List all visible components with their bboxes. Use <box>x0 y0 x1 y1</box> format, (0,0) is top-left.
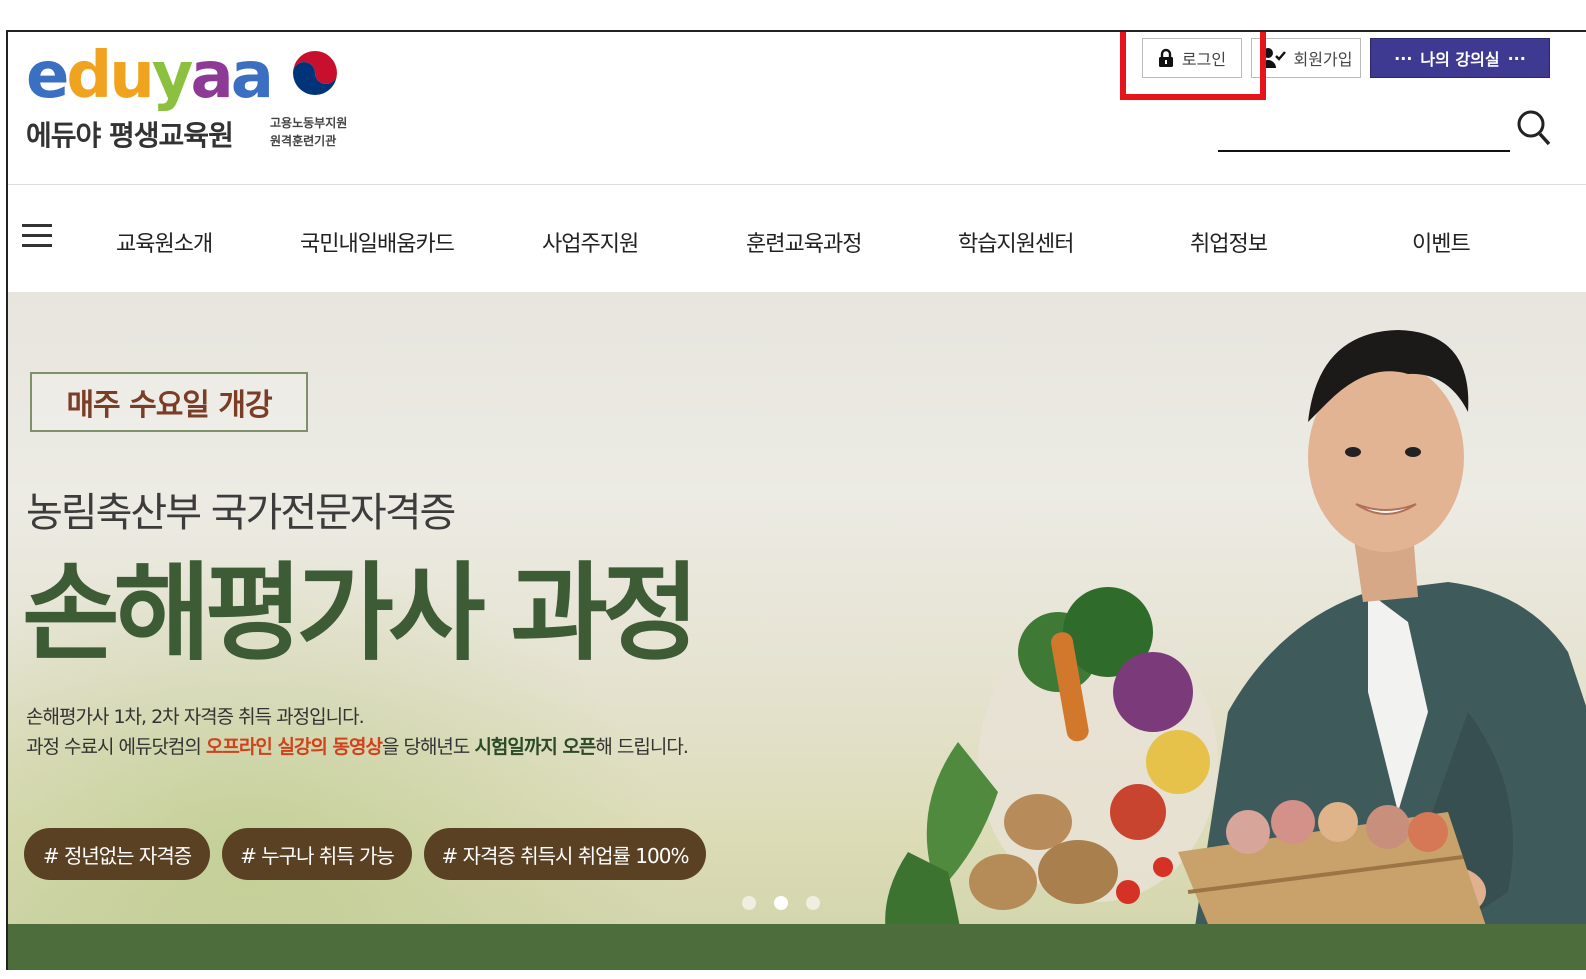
desc-text: 을 당해년도 <box>381 736 475 758</box>
weekly-open-badge: 매주 수요일 개강 <box>30 372 308 432</box>
nav-item-employer-support[interactable]: 사업주지원 <box>542 226 639 258</box>
logo-letter: a <box>190 39 234 113</box>
search-input[interactable] <box>1218 150 1510 152</box>
logo-wordmark: eduyaa <box>26 39 274 113</box>
nav-item-jobs[interactable]: 취업정보 <box>1190 226 1268 258</box>
gov-line-1: 고용노동부지원 <box>270 116 348 130</box>
logo-letter: e <box>26 39 69 113</box>
my-classroom-button[interactable]: ··· 나의 강의실 ··· <box>1370 38 1550 78</box>
hero-subtitle: 농림축산부 국가전문자격증 <box>26 490 456 536</box>
join-button[interactable]: 회원가입 <box>1251 38 1361 78</box>
nav-item-about[interactable]: 교육원소개 <box>116 226 213 258</box>
hero-person-with-vegetables-image <box>885 330 1586 970</box>
slide-dot[interactable] <box>806 896 820 910</box>
join-label: 회원가입 <box>1293 50 1353 69</box>
nav-item-events[interactable]: 이벤트 <box>1412 226 1471 258</box>
nav-item-courses[interactable]: 훈련교육과정 <box>746 226 862 258</box>
slide-dot-active[interactable] <box>774 896 788 910</box>
hero-desc-line-2: 과정 수료시 에듀닷컴의 오프라인 실강의 동영상을 당해년도 시험일까지 오픈… <box>26 732 689 762</box>
desc-highlight-offline: 오프라인 실강의 동영상 <box>205 736 383 758</box>
search-icon[interactable] <box>1516 108 1552 148</box>
dots-icon: ··· <box>1394 48 1413 68</box>
logo-letter: u <box>109 39 155 113</box>
hero-bottom-band <box>8 924 1586 970</box>
site-header: eduyaa 에듀야 평생교육원 고용노동부지원 원격훈련기관 로그인 회원가입 <box>8 32 1586 185</box>
desc-highlight-exam: 시험일까지 오픈 <box>474 736 596 758</box>
desc-text: 과정 수료시 에듀닷컴의 <box>26 736 206 758</box>
browser-page: eduyaa 에듀야 평생교육원 고용노동부지원 원격훈련기관 로그인 회원가입 <box>6 30 1586 970</box>
nav-item-learning-center[interactable]: 학습지원센터 <box>958 226 1074 258</box>
taegeuk-emblem-icon <box>292 50 338 96</box>
my-classroom-label: 나의 강의실 <box>1420 50 1500 69</box>
hashtag-pill[interactable]: # 정년없는 자격증 <box>24 828 210 880</box>
dots-icon: ··· <box>1507 48 1526 68</box>
logo-letter: y <box>151 39 194 113</box>
hashtag-pill[interactable]: # 누구나 취득 가능 <box>222 828 412 880</box>
logo-letter: a <box>230 39 274 113</box>
hero-desc-line-1: 손해평가사 1차, 2차 자격증 취득 과정입니다. <box>26 706 365 728</box>
hashtag-pill[interactable]: # 자격증 취득시 취업률 100% <box>424 828 706 880</box>
nav-item-learning-card[interactable]: 국민내일배움카드 <box>300 226 455 258</box>
slide-indicator <box>742 896 820 910</box>
desc-text: 해 드립니다. <box>595 736 688 758</box>
hero-title: 손해평가사 과정 <box>22 552 700 675</box>
hero-banner[interactable]: 매주 수요일 개강 농림축산부 국가전문자격증 손해평가사 과정 손해평가사 1… <box>8 292 1586 970</box>
slide-dot[interactable] <box>742 896 756 910</box>
site-logo[interactable]: eduyaa 에듀야 평생교육원 <box>26 39 274 154</box>
logo-letter: d <box>66 39 112 113</box>
main-navigation: 교육원소개 국민내일배움카드 사업주지원 훈련교육과정 학습지원센터 취업정보 … <box>8 184 1586 293</box>
gov-certification: 고용노동부지원 원격훈련기관 <box>270 48 370 150</box>
hamburger-menu-icon[interactable] <box>22 224 52 254</box>
hero-description: 손해평가사 1차, 2차 자격증 취득 과정입니다. 과정 수료시 에듀닷컴의 … <box>26 702 689 762</box>
logo-subtitle: 에듀야 평생교육원 <box>26 119 234 152</box>
login-highlight-box <box>1120 32 1266 100</box>
gov-line-2: 원격훈련기관 <box>270 134 337 148</box>
